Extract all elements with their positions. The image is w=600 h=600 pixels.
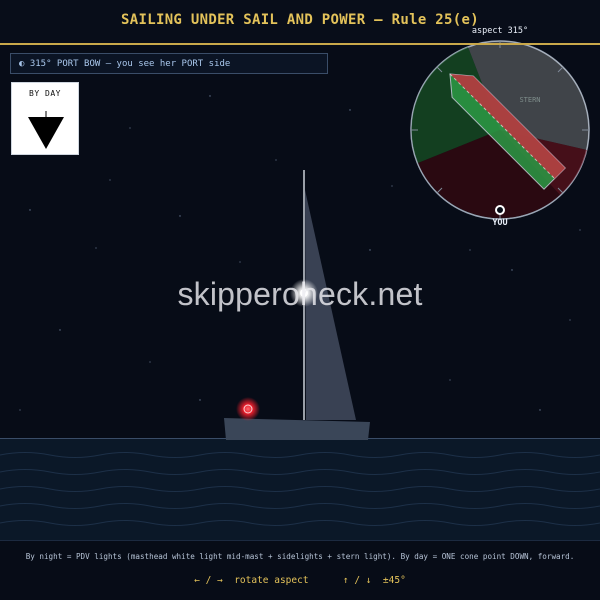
cone-point-down-icon <box>28 111 64 149</box>
day-signal-card: BY DAY <box>11 82 79 155</box>
port-sidelight <box>236 397 260 421</box>
day-signal-label: BY DAY <box>29 89 61 98</box>
footer-bar <box>0 540 600 600</box>
aspect-compass <box>410 40 590 220</box>
aspect-readout: ◐ 315° PORT BOW — you see her PORT side <box>10 53 328 74</box>
you-label: YOU <box>492 218 508 228</box>
game-stage: SAILING UNDER SAIL AND POWER — Rule 25(e… <box>0 0 600 600</box>
title-divider <box>0 43 600 45</box>
watermark: skipperoheck.net <box>177 276 423 312</box>
aspect-degree-label: aspect 315° <box>471 26 529 36</box>
control-hints: ← / → rotate aspect ↑ / ↓ ±45° <box>0 575 600 586</box>
footer-note: By night = PDV lights (masthead white li… <box>25 552 575 561</box>
step-45-control[interactable]: ↑ / ↓ ±45° <box>343 575 406 586</box>
hull <box>224 418 370 440</box>
rotate-aspect-control[interactable]: ← / → rotate aspect <box>194 575 308 586</box>
aspect-readout-text: ◐ 315° PORT BOW — you see her PORT side <box>19 59 231 69</box>
stern-label: STERN <box>519 96 541 104</box>
observer-marker <box>495 205 505 215</box>
